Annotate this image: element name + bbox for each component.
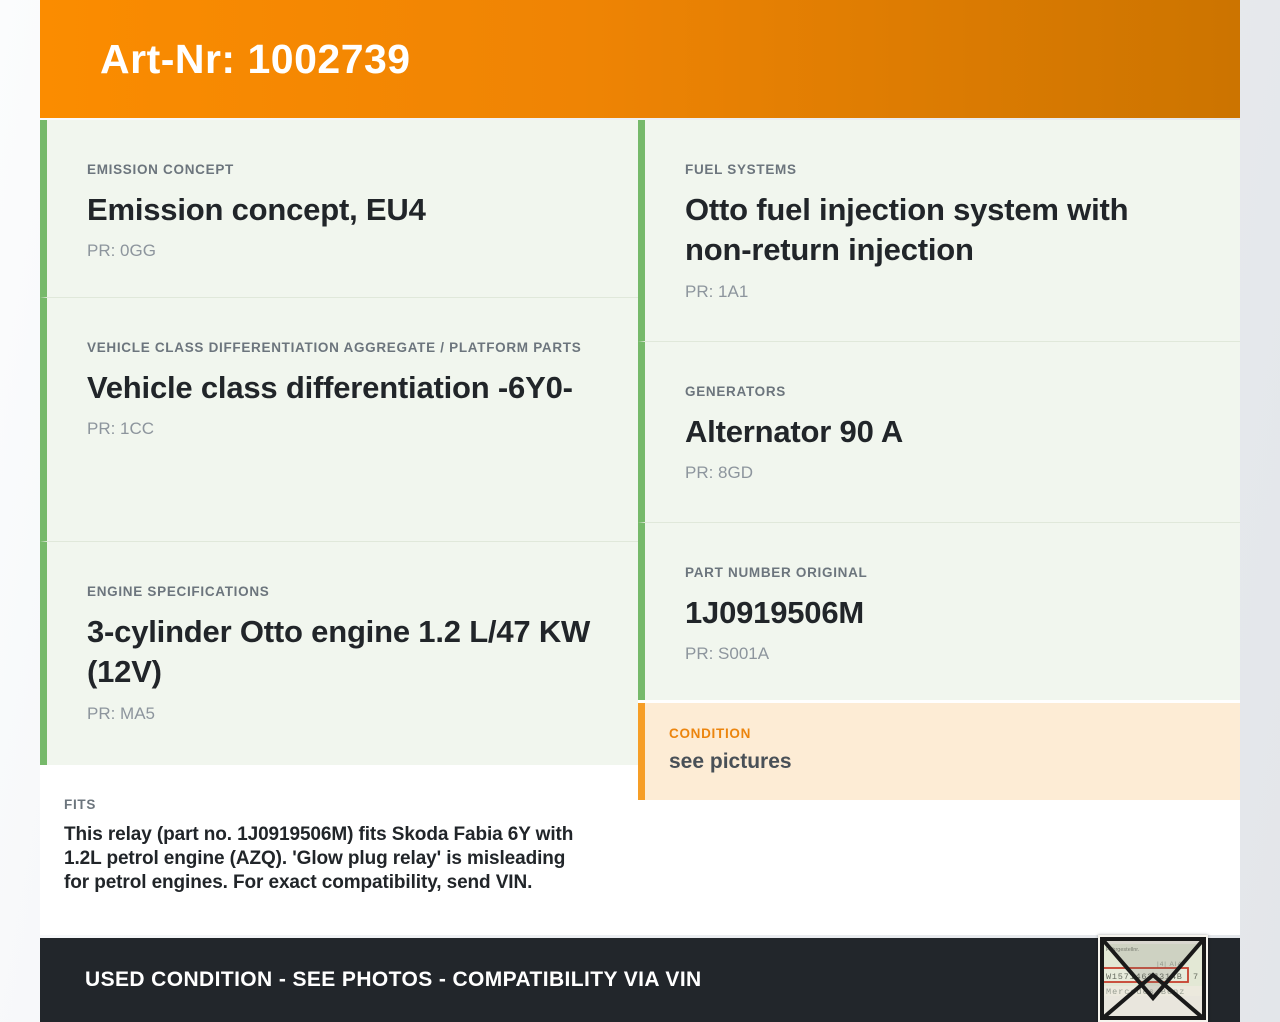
fits-description: This relay (part no. 1J0919506M) fits Sk… [64,823,574,893]
card-title: Vehicle class differentiation -6Y0- [87,369,573,405]
card-part-number-original: PART NUMBER ORIGINAL 1J0919506M PR: S001… [638,522,1240,700]
pr-code: PR: 1A1 [685,282,749,302]
listing-page: Art-Nr: 1002739 EMISSION CONCEPT Emissio… [40,0,1240,1022]
card-label: FITS [64,797,97,812]
card-title: 1J0919506M [685,594,864,630]
card-label: EMISSION CONCEPT [87,162,234,177]
vin-suffix-text: 7 [1193,972,1198,982]
card-label: GENERATORS [685,384,787,399]
footer-banner: USED CONDITION - SEE PHOTOS - COMPATIBIL… [40,938,1240,1022]
card-emission-concept: EMISSION CONCEPT Emission concept, EU4 P… [40,120,638,297]
condition-value: see pictures [669,749,792,773]
card-label: FUEL SYSTEMS [685,162,797,177]
card-generators: GENERATORS Alternator 90 A PR: 8GD [638,341,1240,522]
pr-code: PR: 0GG [87,241,156,261]
card-engine-specifications: ENGINE SPECIFICATIONS 3-cylinder Otto en… [40,541,638,765]
pr-code: PR: 1CC [87,419,155,439]
card-title: Otto fuel injection system with non-retu… [685,191,1129,268]
card-label: VEHICLE CLASS DIFFERENTIATION AGGREGATE … [87,340,582,355]
card-label: CONDITION [669,726,752,741]
card-title: 3-cylinder Otto engine 1.2 L/47 KW (12V) [87,613,591,690]
card-title: Emission concept, EU4 [87,191,426,227]
card-label: PART NUMBER ORIGINAL [685,565,868,580]
card-title: Alternator 90 A [685,413,904,449]
card-fits: FITS This relay (part no. 1J0919506M) fi… [40,765,638,935]
vin-envelope-image: Fahrgestellnr. |4| AI4 W1571463J314B 7 M… [1098,935,1208,1022]
spec-grid: EMISSION CONCEPT Emission concept, EU4 P… [40,120,1240,935]
pr-code: PR: S001A [685,644,770,664]
pr-code: PR: MA5 [87,704,156,724]
card-fuel-systems: FUEL SYSTEMS Otto fuel injection system … [638,120,1240,341]
footer-text: USED CONDITION - SEE PHOTOS - COMPATIBIL… [85,968,702,991]
article-header: Art-Nr: 1002739 [40,0,1240,118]
pr-code: PR: 8GD [685,463,754,483]
envelope-icon: Fahrgestellnr. |4| AI4 W1571463J314B 7 M… [1100,937,1206,1020]
right-column: FUEL SYSTEMS Otto fuel injection system … [638,120,1240,935]
card-vehicle-class: VEHICLE CLASS DIFFERENTIATION AGGREGATE … [40,297,638,541]
card-label: ENGINE SPECIFICATIONS [87,584,270,599]
article-number-title: Art-Nr: 1002739 [100,35,411,82]
card-condition: CONDITION see pictures [638,703,1240,800]
left-column: EMISSION CONCEPT Emission concept, EU4 P… [40,120,638,935]
